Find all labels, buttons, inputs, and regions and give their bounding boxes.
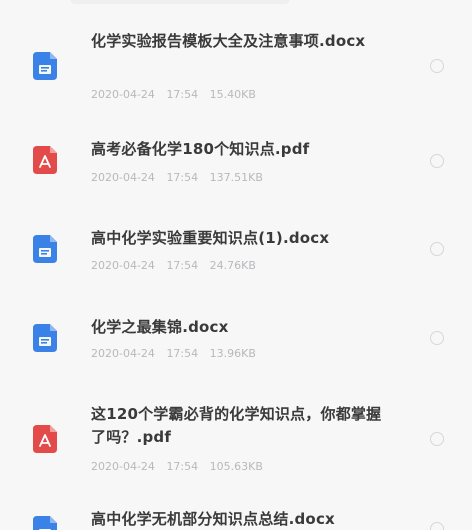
file-size: 105.63KB [209,460,263,473]
file-date: 2020-04-24 [91,347,155,360]
file-meta: 2020-04-24 17:54 137.51KB [91,171,263,185]
file-name: 高考必备化学180个知识点.pdf [91,140,310,158]
file-name: 高中化学实验重要知识点(1).docx [91,229,330,247]
file-name: 高中化学无机部分知识点总结.docx [91,510,335,528]
select-radio[interactable] [430,242,444,256]
file-date: 2020-04-24 [91,259,155,272]
file-name: 这120个学霸必背的化学知识点，你都掌握了吗？.pdf [91,405,382,446]
file-size: 15.40KB [209,88,256,101]
file-size: 13.96KB [209,347,256,360]
file-time: 17:54 [166,88,199,101]
file-meta: 2020-04-24 17:54 13.96KB [91,347,256,361]
file-size: 24.76KB [209,259,256,272]
file-meta: 2020-04-24 17:54 105.63KB [91,460,263,474]
file-time: 17:54 [166,460,199,473]
previous-row-remnant [70,0,290,4]
file-date: 2020-04-24 [91,460,155,473]
file-size: 137.51KB [209,171,263,184]
file-meta: 2020-04-24 17:54 15.40KB [91,88,256,102]
word-doc-icon [33,324,57,352]
file-time: 17:54 [166,259,199,272]
file-time: 17:54 [166,171,199,184]
file-name: 化学之最集锦.docx [91,318,229,336]
file-list: 化学实验报告模板大全及注意事项.docx 2020-04-24 17:54 15… [0,0,472,530]
word-doc-icon [33,235,57,263]
file-name: 化学实验报告模板大全及注意事项.docx [91,32,366,50]
select-radio[interactable] [430,154,444,168]
file-date: 2020-04-24 [91,88,155,101]
pdf-icon [33,146,57,174]
select-radio[interactable] [430,432,444,446]
file-date: 2020-04-24 [91,171,155,184]
select-radio[interactable] [430,59,444,73]
select-radio[interactable] [430,522,444,530]
word-doc-icon [33,52,57,80]
word-doc-icon [33,516,57,530]
select-radio[interactable] [430,331,444,345]
file-meta: 2020-04-24 17:54 24.76KB [91,259,256,273]
pdf-icon [33,425,57,453]
file-time: 17:54 [166,347,199,360]
